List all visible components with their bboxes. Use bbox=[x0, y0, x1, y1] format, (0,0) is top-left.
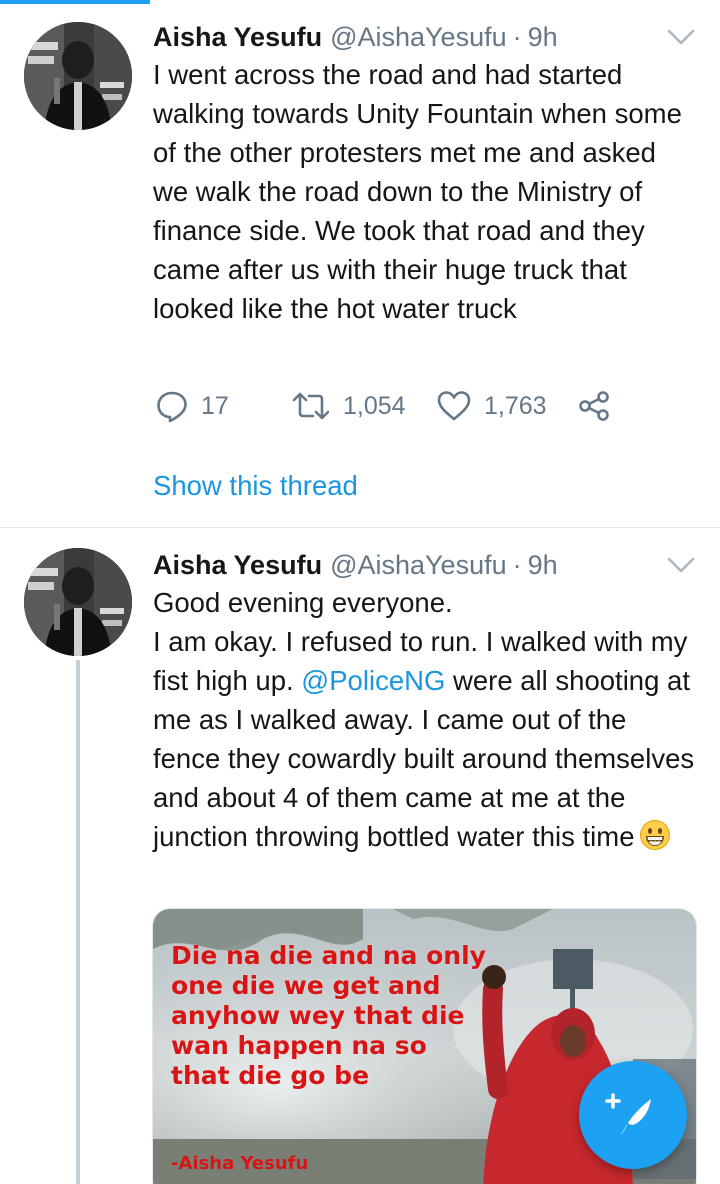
compose-tweet-icon bbox=[605, 1087, 661, 1143]
timestamp[interactable]: 9h bbox=[528, 22, 558, 53]
timestamp[interactable]: 9h bbox=[528, 550, 558, 581]
like-button[interactable]: 1,763 bbox=[436, 386, 547, 426]
like-count: 1,763 bbox=[484, 391, 547, 420]
mention-link[interactable]: @PoliceNG bbox=[301, 665, 445, 696]
compose-tweet-button[interactable] bbox=[579, 1061, 687, 1169]
separator: · bbox=[512, 21, 522, 52]
like-icon bbox=[436, 389, 472, 423]
show-thread-link[interactable]: Show this thread bbox=[153, 470, 358, 502]
tweet-actions: 17 1,054 1,763 bbox=[153, 386, 623, 426]
avatar-image bbox=[24, 22, 132, 130]
retweet-count: 1,054 bbox=[343, 391, 406, 420]
reply-icon bbox=[155, 389, 189, 423]
tweet-text: I went across the road and had started w… bbox=[153, 59, 690, 324]
grinning-face-emoji bbox=[639, 819, 671, 851]
display-name[interactable]: Aisha Yesufu bbox=[153, 550, 322, 581]
avatar-image bbox=[24, 548, 132, 656]
reply-count: 17 bbox=[201, 391, 229, 420]
tweet[interactable]: Aisha Yesufu @AishaYesufu · 9h I went ac… bbox=[0, 0, 720, 528]
share-icon bbox=[577, 389, 611, 423]
avatar[interactable] bbox=[24, 548, 132, 656]
user-handle[interactable]: @AishaYesufu bbox=[330, 22, 507, 53]
image-quote-author: -Aisha Yesufu bbox=[171, 1153, 309, 1174]
separator: · bbox=[512, 549, 522, 580]
avatar[interactable] bbox=[24, 22, 132, 130]
thread-connector-line bbox=[76, 660, 80, 1184]
tweet-header: Aisha Yesufu @AishaYesufu · 9h bbox=[153, 548, 558, 582]
user-handle[interactable]: @AishaYesufu bbox=[330, 550, 507, 581]
tweet-text: Good evening everyone. I am okay. I refu… bbox=[153, 583, 698, 856]
display-name[interactable]: Aisha Yesufu bbox=[153, 22, 322, 53]
chevron-down-icon[interactable] bbox=[666, 26, 696, 48]
image-quote-text: Die na die and na only one die we get an… bbox=[171, 941, 495, 1090]
reply-button[interactable]: 17 bbox=[155, 386, 229, 426]
share-button[interactable] bbox=[577, 386, 611, 426]
retweet-button[interactable]: 1,054 bbox=[291, 386, 406, 426]
tweet-header: Aisha Yesufu @AishaYesufu · 9h bbox=[153, 20, 558, 54]
retweet-icon bbox=[291, 389, 331, 423]
chevron-down-icon[interactable] bbox=[666, 554, 696, 576]
